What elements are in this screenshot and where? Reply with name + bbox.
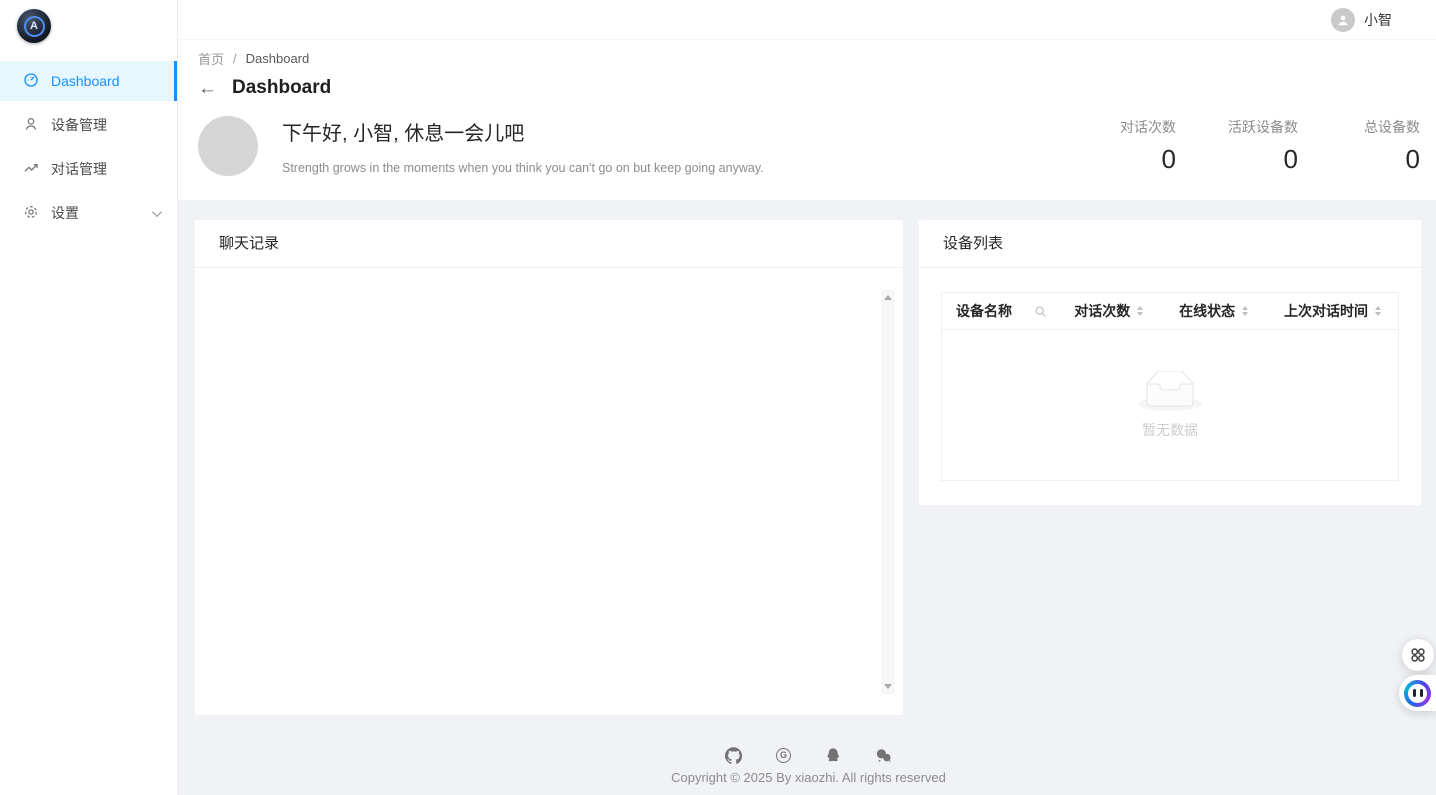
breadcrumb-home[interactable]: 首页 bbox=[198, 49, 224, 68]
stat-active-devices: 活跃设备数 0 bbox=[1226, 117, 1298, 175]
chat-panel-body bbox=[195, 268, 903, 714]
chat-panel-title: 聊天记录 bbox=[195, 220, 903, 268]
content-area: 聊天记录 设备列表 bbox=[178, 200, 1436, 795]
stat-label: 总设备数 bbox=[1348, 117, 1420, 137]
panels: 聊天记录 设备列表 bbox=[195, 220, 1422, 715]
qq-icon[interactable] bbox=[825, 747, 841, 764]
stat-total-devices: 总设备数 0 bbox=[1348, 117, 1420, 175]
gitee-icon[interactable]: G bbox=[776, 748, 791, 763]
chevron-down-icon bbox=[152, 207, 162, 217]
stat-value: 0 bbox=[1104, 144, 1176, 175]
sidebar-item-label: Dashboard bbox=[51, 73, 120, 89]
column-label: 对话次数 bbox=[1074, 301, 1130, 321]
dashboard-icon bbox=[23, 72, 39, 91]
stat-value: 0 bbox=[1348, 144, 1420, 175]
greeting-avatar bbox=[198, 116, 258, 176]
search-icon[interactable] bbox=[1034, 305, 1047, 318]
chat-records-panel: 聊天记录 bbox=[195, 220, 903, 715]
user-menu[interactable]: 小智 bbox=[1331, 8, 1392, 32]
ai-assistant-button[interactable] bbox=[1399, 675, 1436, 711]
footer-icons: G bbox=[195, 745, 1422, 765]
trend-icon bbox=[23, 160, 39, 179]
device-table-header: 设备名称 对话次数 在线状态 bbox=[942, 293, 1398, 330]
column-conversation-count: 对话次数 bbox=[1074, 301, 1179, 321]
sidebar-item-dashboard[interactable]: Dashboard bbox=[0, 61, 177, 101]
footer: G Copyright © 20 bbox=[195, 745, 1422, 795]
column-label: 设备名称 bbox=[956, 301, 1012, 321]
sidebar-item-conversations[interactable]: 对话管理 bbox=[0, 149, 177, 189]
xiaozhi-robot-icon bbox=[1404, 680, 1431, 707]
sidebar-item-devices[interactable]: 设备管理 bbox=[0, 105, 177, 145]
sidebar-item-settings[interactable]: 设置 bbox=[0, 193, 177, 233]
chat-scrollbar[interactable] bbox=[881, 290, 895, 694]
sort-icon[interactable] bbox=[1137, 306, 1143, 316]
sidebar: A Dashboard 设备管理 bbox=[0, 0, 178, 795]
breadcrumb-separator: / bbox=[233, 51, 237, 66]
empty-text: 暂无数据 bbox=[1142, 420, 1198, 440]
breadcrumb-current: Dashboard bbox=[246, 51, 310, 66]
logo-letter: A bbox=[24, 16, 45, 37]
sort-icon[interactable] bbox=[1242, 306, 1248, 316]
page-header: 首页 / Dashboard ← Dashboard 下午好, 小智, 休息一会… bbox=[178, 40, 1436, 200]
github-icon[interactable] bbox=[725, 747, 742, 764]
column-last-chat-time: 上次对话时间 bbox=[1284, 301, 1398, 321]
empty-inbox-icon bbox=[1138, 371, 1202, 412]
column-device-name: 设备名称 bbox=[942, 301, 1074, 321]
logo-circle-icon: A bbox=[17, 9, 51, 43]
scroll-up-icon[interactable] bbox=[884, 295, 892, 300]
wechat-icon[interactable] bbox=[875, 748, 892, 763]
stat-label: 对话次数 bbox=[1104, 117, 1176, 137]
user-icon bbox=[23, 116, 39, 135]
sidebar-item-label: 设置 bbox=[51, 203, 79, 223]
device-table: 设备名称 对话次数 在线状态 bbox=[941, 292, 1399, 481]
app-root: A Dashboard 设备管理 bbox=[0, 0, 1436, 795]
copyright-text: Copyright © 2025 By xiaozhi. All rights … bbox=[195, 770, 1422, 795]
stat-label: 活跃设备数 bbox=[1226, 117, 1298, 137]
stats: 对话次数 0 活跃设备数 0 总设备数 0 bbox=[1104, 117, 1420, 175]
gear-icon bbox=[23, 204, 39, 223]
sidebar-menu: Dashboard 设备管理 对话管理 bbox=[0, 61, 177, 233]
scroll-down-icon[interactable] bbox=[884, 684, 892, 689]
sidebar-item-label: 对话管理 bbox=[51, 159, 107, 179]
user-name: 小智 bbox=[1364, 10, 1392, 30]
column-label: 上次对话时间 bbox=[1284, 301, 1368, 321]
sidebar-item-label: 设备管理 bbox=[51, 115, 107, 135]
app-grid-icon bbox=[1410, 647, 1426, 663]
app-logo[interactable]: A bbox=[0, 0, 177, 55]
greeting-row: 下午好, 小智, 休息一会儿吧 Strength grows in the mo… bbox=[198, 116, 1420, 176]
main-area: 小智 首页 / Dashboard ← Dashboard 下午好, 小智, 休… bbox=[178, 0, 1436, 795]
device-panel-title: 设备列表 bbox=[919, 220, 1421, 268]
stat-value: 0 bbox=[1226, 144, 1298, 175]
widget-grid-button[interactable] bbox=[1402, 639, 1434, 671]
greeting-title: 下午好, 小智, 休息一会儿吧 bbox=[282, 117, 764, 146]
back-arrow-icon[interactable]: ← bbox=[198, 79, 217, 98]
topbar: 小智 bbox=[178, 0, 1436, 40]
column-label: 在线状态 bbox=[1179, 301, 1235, 321]
breadcrumb: 首页 / Dashboard bbox=[198, 49, 1420, 68]
greeting-texts: 下午好, 小智, 休息一会儿吧 Strength grows in the mo… bbox=[282, 117, 764, 175]
column-online-status: 在线状态 bbox=[1179, 301, 1284, 321]
empty-state: 暂无数据 bbox=[942, 330, 1398, 480]
title-row: ← Dashboard bbox=[198, 77, 1420, 99]
greeting-quote: Strength grows in the moments when you t… bbox=[282, 161, 764, 175]
device-panel-body: 设备名称 对话次数 在线状态 bbox=[919, 268, 1421, 505]
stat-conversations: 对话次数 0 bbox=[1104, 117, 1176, 175]
device-list-panel: 设备列表 设备名称 对话次数 bbox=[919, 220, 1421, 505]
user-avatar-icon bbox=[1331, 8, 1355, 32]
page-title: Dashboard bbox=[232, 77, 331, 99]
sort-icon[interactable] bbox=[1375, 306, 1381, 316]
